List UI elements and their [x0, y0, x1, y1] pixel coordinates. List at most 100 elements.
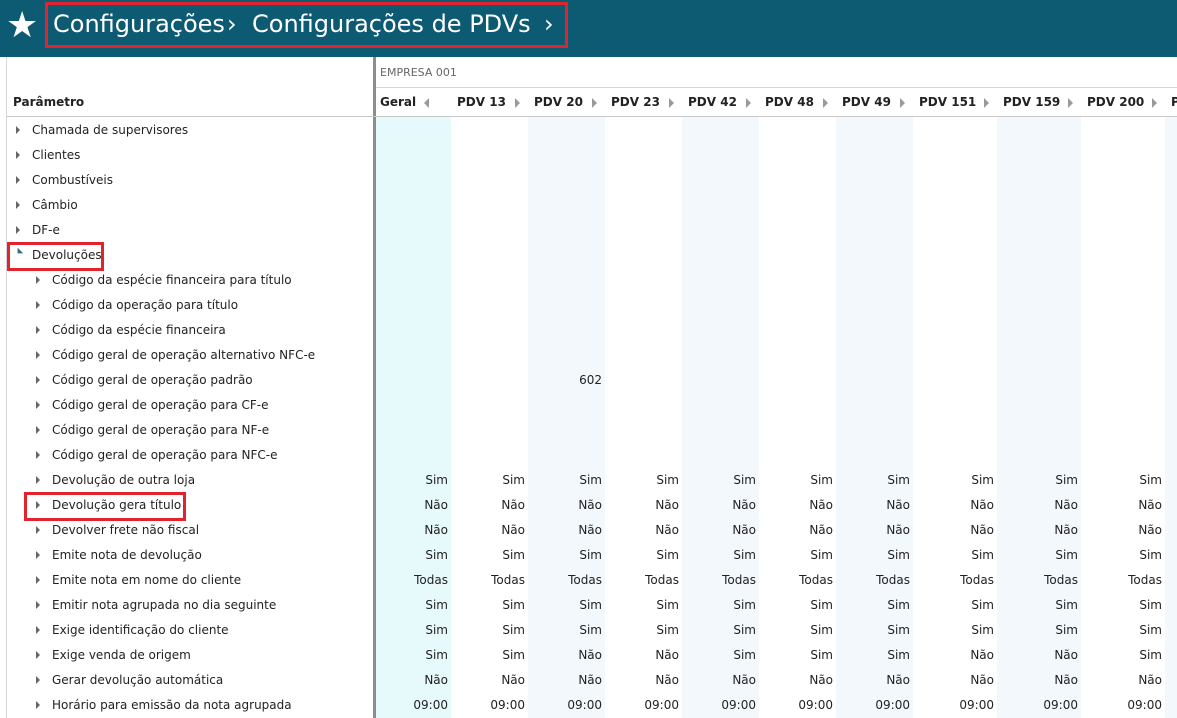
value-cell[interactable]: 09:00 — [798, 698, 833, 712]
value-cell[interactable]: Sim — [502, 473, 525, 487]
value-cell[interactable]: Todas — [491, 573, 525, 587]
value-cell[interactable]: Todas — [414, 573, 448, 587]
value-cell[interactable]: Sim — [656, 548, 679, 562]
value-cell[interactable]: 602 — [579, 373, 602, 387]
value-cell[interactable]: Sim — [425, 473, 448, 487]
value-cell[interactable]: Não — [655, 673, 679, 687]
value-cell[interactable]: Sim — [971, 623, 994, 637]
value-cell[interactable]: Sim — [887, 598, 910, 612]
expand-column-icon[interactable] — [900, 98, 905, 108]
value-cell[interactable]: Sim — [502, 598, 525, 612]
expand-icon[interactable] — [36, 651, 40, 659]
value-cell[interactable]: Não — [970, 498, 994, 512]
tree-row-label[interactable]: Emite nota de devolução — [52, 548, 202, 562]
value-cell[interactable]: Sim — [733, 648, 756, 662]
value-cell[interactable]: Não — [732, 673, 756, 687]
expand-column-icon[interactable] — [515, 98, 520, 108]
tree-row-label[interactable]: Emite nota em nome do cliente — [52, 573, 241, 587]
value-cell[interactable]: Todas — [568, 573, 602, 587]
value-cell[interactable]: Sim — [810, 598, 833, 612]
value-cell[interactable]: Sim — [579, 623, 602, 637]
column-header[interactable]: PDV 42 — [688, 95, 737, 109]
value-cell[interactable]: Sim — [425, 548, 448, 562]
value-cell[interactable]: Sim — [810, 648, 833, 662]
tree-row-label[interactable]: Chamada de supervisores — [32, 123, 188, 137]
column-header[interactable]: PDV 200 — [1087, 95, 1144, 109]
tree-row-label[interactable]: Emitir nota agrupada no dia seguinte — [52, 598, 276, 612]
expand-column-icon[interactable] — [823, 98, 828, 108]
value-cell[interactable]: Sim — [887, 648, 910, 662]
value-cell[interactable]: Não — [970, 648, 994, 662]
value-cell[interactable]: Não — [1054, 648, 1078, 662]
value-cell[interactable]: 09:00 — [567, 698, 602, 712]
value-cell[interactable]: Não — [970, 523, 994, 537]
value-cell[interactable]: Não — [886, 498, 910, 512]
value-cell[interactable]: Não — [424, 498, 448, 512]
column-header[interactable]: PDV 151 — [919, 95, 976, 109]
value-cell[interactable]: 09:00 — [959, 698, 994, 712]
collapse-column-icon[interactable] — [424, 98, 429, 108]
value-cell[interactable]: Não — [578, 648, 602, 662]
value-cell[interactable]: Sim — [887, 548, 910, 562]
expand-column-icon[interactable] — [1152, 98, 1157, 108]
column-header[interactable]: PDV 23 — [611, 95, 660, 109]
value-cell[interactable]: Sim — [579, 598, 602, 612]
breadcrumb-item-configuracoes-pdvs[interactable]: Configurações de PDVs — [252, 9, 531, 39]
value-cell[interactable]: Não — [501, 523, 525, 537]
value-cell[interactable]: Todas — [722, 573, 756, 587]
value-cell[interactable]: Não — [501, 673, 525, 687]
expand-icon[interactable] — [36, 451, 40, 459]
expand-icon[interactable] — [16, 151, 20, 159]
value-cell[interactable]: Sim — [425, 623, 448, 637]
expand-icon[interactable] — [36, 601, 40, 609]
value-cell[interactable]: Sim — [1139, 623, 1162, 637]
tree-row-label[interactable]: Horário para emissão da nota agrupada — [52, 698, 292, 712]
column-header[interactable]: Geral — [380, 95, 416, 109]
value-cell[interactable]: 09:00 — [1127, 698, 1162, 712]
value-cell[interactable]: Sim — [810, 473, 833, 487]
value-cell[interactable]: Sim — [425, 598, 448, 612]
value-cell[interactable]: 09:00 — [644, 698, 679, 712]
value-cell[interactable]: Sim — [1055, 548, 1078, 562]
value-cell[interactable]: Sim — [1139, 473, 1162, 487]
column-header[interactable]: PDV 48 — [765, 95, 814, 109]
value-cell[interactable]: Não — [578, 498, 602, 512]
value-cell[interactable]: Sim — [1055, 473, 1078, 487]
value-cell[interactable]: Sim — [733, 623, 756, 637]
value-cell[interactable]: Sim — [733, 473, 756, 487]
tree-row-label[interactable]: Código da operação para título — [52, 298, 238, 312]
value-cell[interactable]: Sim — [971, 473, 994, 487]
column-header[interactable]: P — [1171, 95, 1177, 109]
value-cell[interactable]: Sim — [810, 548, 833, 562]
value-cell[interactable]: Não — [501, 498, 525, 512]
value-cell[interactable]: Não — [655, 648, 679, 662]
star-icon[interactable]: ★ — [6, 8, 40, 44]
tree-row-label[interactable]: Devolver frete não fiscal — [52, 523, 199, 537]
tree-row-label[interactable]: DF-e — [32, 223, 60, 237]
value-cell[interactable]: Sim — [656, 598, 679, 612]
value-cell[interactable]: Não — [732, 498, 756, 512]
value-cell[interactable]: Não — [1138, 523, 1162, 537]
expand-column-icon[interactable] — [746, 98, 751, 108]
expand-icon[interactable] — [36, 276, 40, 284]
expand-column-icon[interactable] — [592, 98, 597, 108]
expand-icon[interactable] — [36, 401, 40, 409]
value-cell[interactable]: Sim — [579, 548, 602, 562]
expand-icon[interactable] — [36, 301, 40, 309]
tree-row-label[interactable]: Código geral de operação alternativo NFC… — [52, 348, 315, 362]
value-cell[interactable]: Sim — [1139, 598, 1162, 612]
value-cell[interactable]: Sim — [971, 548, 994, 562]
value-cell[interactable]: Não — [655, 498, 679, 512]
expand-icon[interactable] — [16, 176, 20, 184]
value-cell[interactable]: Não — [424, 523, 448, 537]
value-cell[interactable]: Todas — [645, 573, 679, 587]
value-cell[interactable]: Todas — [876, 573, 910, 587]
value-cell[interactable]: Sim — [1055, 623, 1078, 637]
expand-icon[interactable] — [36, 526, 40, 534]
value-cell[interactable]: Sim — [887, 623, 910, 637]
value-cell[interactable]: Sim — [1055, 598, 1078, 612]
tree-row-label[interactable]: Combustíveis — [32, 173, 113, 187]
value-cell[interactable]: Não — [970, 673, 994, 687]
value-cell[interactable]: Todas — [799, 573, 833, 587]
value-cell[interactable]: Não — [1054, 673, 1078, 687]
